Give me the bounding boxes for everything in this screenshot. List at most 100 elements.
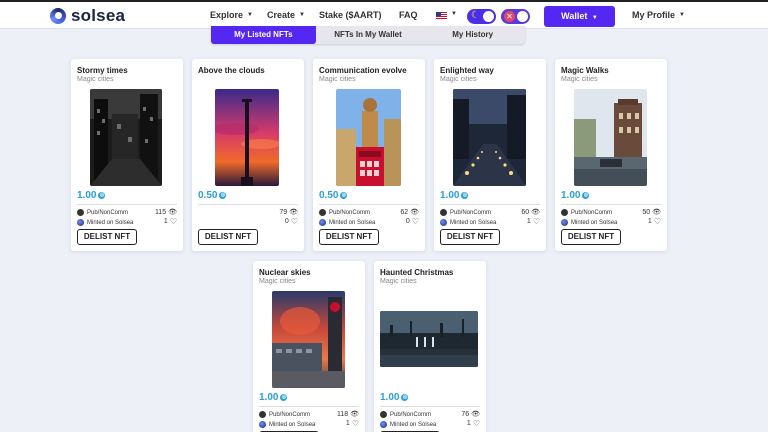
- nft-title: Magic Walks: [561, 66, 609, 75]
- caret-down-icon: ▼: [299, 12, 305, 18]
- nav-explore[interactable]: Explore ▼: [210, 10, 253, 20]
- likes-value: 1: [466, 420, 471, 427]
- sol-icon: ◎: [280, 394, 288, 401]
- moon-icon: ☾: [471, 10, 480, 21]
- tab-my-history[interactable]: My History: [420, 26, 525, 44]
- tab-nfts-in-my-wallet[interactable]: NFTs In My Wallet: [316, 26, 421, 44]
- divider: [319, 204, 419, 205]
- heart-icon[interactable]: ♡: [473, 419, 480, 428]
- caret-down-icon: ▼: [591, 15, 598, 21]
- my-profile-label: My Profile: [632, 10, 676, 20]
- views-value: 76: [461, 410, 470, 418]
- heart-icon[interactable]: ♡: [412, 217, 419, 226]
- nft-collection: Magic cities: [319, 76, 356, 83]
- nft-title: Nuclear skies: [259, 268, 311, 277]
- logo[interactable]: solsea: [50, 6, 125, 26]
- nft-image[interactable]: [272, 291, 345, 388]
- nav-faq[interactable]: FAQ: [399, 10, 418, 20]
- view-count: 115 👁: [155, 208, 177, 217]
- nft-card[interactable]: Enlighted way Magic cities 1.00 ◎ Pub/Non…: [434, 59, 546, 251]
- license-icon: [319, 209, 326, 216]
- view-count: 60 👁: [521, 208, 540, 217]
- nft-title: Communication evolve: [319, 66, 407, 75]
- delist-nft-button[interactable]: DELIST NFT: [561, 229, 621, 245]
- delist-nft-button[interactable]: DELIST NFT: [77, 229, 137, 245]
- solsea-minted-icon: [319, 219, 326, 226]
- like-count[interactable]: 1 ♡: [346, 419, 359, 428]
- mode-toggle[interactable]: ✕: [501, 9, 530, 24]
- divider: [380, 406, 480, 407]
- nft-image[interactable]: [215, 89, 279, 186]
- delist-nft-button[interactable]: DELIST NFT: [440, 229, 500, 245]
- like-count[interactable]: 1 ♡: [648, 217, 661, 226]
- minted-label: Minted on Solsea: [450, 219, 497, 226]
- heart-icon[interactable]: ♡: [352, 419, 359, 428]
- heart-icon[interactable]: ♡: [291, 217, 298, 226]
- nft-card[interactable]: Stormy times Magic cities 1.00 ◎ Pub/NonC…: [71, 59, 183, 251]
- license-info: Pub/NonComm: [259, 411, 310, 418]
- nft-price: 0.50 ◎: [198, 190, 227, 201]
- price-value: 1.00: [440, 190, 460, 201]
- wallet-button[interactable]: Wallet ▼: [544, 6, 615, 27]
- license-info: Pub/NonComm: [561, 209, 612, 216]
- sol-icon: ◎: [461, 192, 469, 199]
- logo-text: solsea: [71, 6, 126, 25]
- license-label: Pub/NonComm: [450, 209, 492, 216]
- nft-collection: Magic cities: [380, 278, 417, 285]
- nft-image[interactable]: [453, 89, 526, 186]
- license-label: Pub/NonComm: [269, 411, 311, 418]
- divider: [198, 204, 298, 205]
- solsea-minted-icon: [77, 219, 84, 226]
- nft-card[interactable]: Magic Walks Magic cities 1.00 ◎ Pub/NonCo…: [555, 59, 667, 251]
- nft-collection: Magic cities: [561, 76, 598, 83]
- nft-card[interactable]: Nuclear skies Magic cities 1.00 ◎ Pub/Non…: [253, 261, 365, 432]
- sol-icon: ◎: [219, 192, 227, 199]
- likes-value: 0: [405, 218, 410, 225]
- license-icon: [561, 209, 568, 216]
- like-count[interactable]: 0 ♡: [406, 217, 419, 226]
- eye-icon: 👁: [471, 411, 480, 418]
- like-count[interactable]: 0 ♡: [285, 217, 298, 226]
- view-count: 62 👁: [400, 208, 419, 217]
- heart-icon[interactable]: ♡: [654, 217, 661, 226]
- eye-icon: 👁: [652, 209, 661, 216]
- nft-image[interactable]: [574, 89, 647, 186]
- nft-image[interactable]: [90, 89, 162, 186]
- view-count: 76 👁: [461, 410, 480, 419]
- my-profile-menu[interactable]: My Profile ▼: [632, 10, 685, 20]
- license-label: Pub/NonComm: [571, 209, 613, 216]
- sol-icon: ◎: [401, 394, 409, 401]
- minted-label: Minted on Solsea: [87, 219, 134, 226]
- us-flag-icon[interactable]: [436, 12, 447, 19]
- caret-down-icon[interactable]: ▼: [451, 11, 457, 17]
- heart-icon[interactable]: ♡: [170, 217, 177, 226]
- delist-nft-button[interactable]: DELIST NFT: [198, 229, 258, 245]
- tab-my-listed-nfts[interactable]: My Listed NFTs: [211, 26, 316, 44]
- minted-label: Minted on Solsea: [390, 421, 437, 428]
- license-icon: [440, 209, 447, 216]
- nft-image[interactable]: [336, 89, 401, 186]
- nav-stake[interactable]: Stake ($AART): [319, 10, 382, 20]
- nft-card[interactable]: Haunted Christmas Magic cities 1.00 ◎ Pub…: [374, 261, 486, 432]
- eye-icon: 👁: [410, 209, 419, 216]
- views-value: 118: [336, 410, 349, 418]
- nft-card[interactable]: Communication evolve Magic cities 0.50 ◎ …: [313, 59, 425, 251]
- theme-toggle[interactable]: ☾: [467, 9, 496, 24]
- like-count[interactable]: 1 ♡: [467, 419, 480, 428]
- eye-icon: 👁: [531, 209, 540, 216]
- nft-title: Enlighted way: [440, 66, 494, 75]
- heart-icon[interactable]: ♡: [533, 217, 540, 226]
- license-info: Pub/NonComm: [440, 209, 491, 216]
- minted-info: Minted on Solsea: [440, 219, 496, 226]
- nft-price: 1.00 ◎: [561, 190, 590, 201]
- nft-image[interactable]: [380, 311, 478, 367]
- like-count[interactable]: 1 ♡: [527, 217, 540, 226]
- views-value: 79: [279, 208, 288, 216]
- delist-nft-button[interactable]: DELIST NFT: [319, 229, 379, 245]
- nft-card[interactable]: Above the clouds 0.50 ◎ 79 👁 0 ♡ DELIST NFT: [192, 59, 304, 251]
- nav-create[interactable]: Create ▼: [267, 10, 305, 20]
- like-count[interactable]: 1 ♡: [164, 217, 177, 226]
- views-value: 60: [521, 208, 530, 216]
- price-value: 1.00: [561, 190, 581, 201]
- nft-collection: Magic cities: [77, 76, 114, 83]
